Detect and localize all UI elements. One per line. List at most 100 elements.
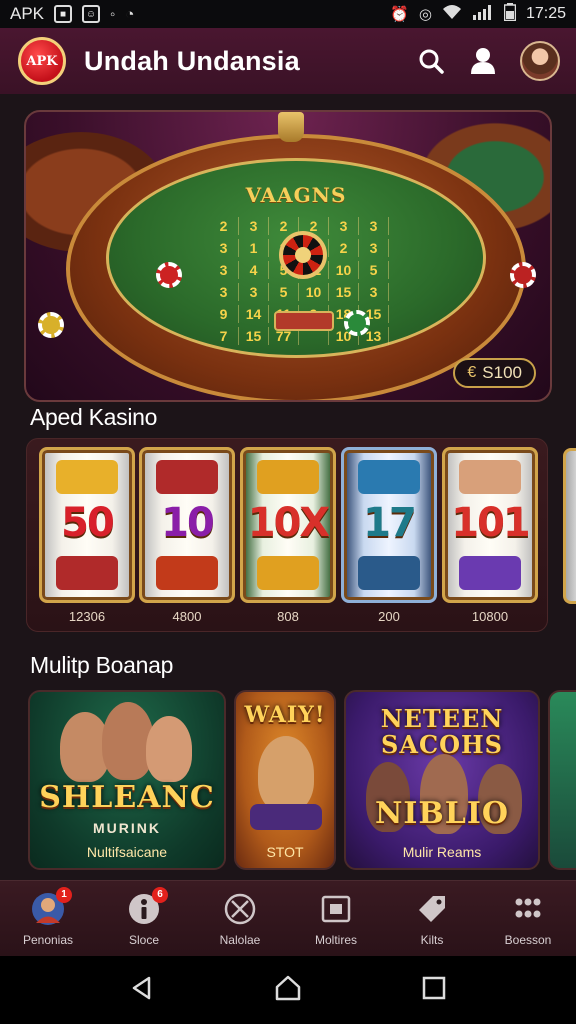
hero-banner[interactable]: VAAGNS 232233312223345121053351015391411… — [24, 110, 552, 402]
nav-label: Sloce — [128, 932, 160, 947]
slot-machine-card[interactable]: 50 — [39, 447, 135, 603]
signal-icon — [472, 4, 494, 25]
reel-symbol-icon — [358, 556, 420, 590]
battery-icon — [503, 2, 517, 26]
alarm-icon: ⏰ — [390, 6, 409, 23]
avatar[interactable] — [520, 41, 560, 81]
notification-badge: 1 — [56, 886, 72, 903]
character-figure — [146, 716, 192, 782]
game-footer: STOT — [266, 844, 304, 860]
slot-number: 10X — [247, 500, 331, 546]
wifi-icon — [442, 4, 462, 25]
game-card-peek[interactable] — [548, 690, 576, 870]
game-card[interactable]: SHLEANC MURINK Nultifsaicane — [28, 690, 226, 870]
slot-machine-card[interactable]: 10X — [240, 447, 336, 603]
chip-icon — [156, 262, 182, 288]
felt-number: 3 — [359, 283, 389, 301]
app-logo[interactable]: APK — [18, 37, 66, 85]
felt-number: 1 — [239, 239, 269, 257]
slot-caption: 200 — [378, 609, 400, 624]
notification-badge: 6 — [152, 886, 168, 903]
felt-number: 3 — [329, 217, 359, 235]
reel-symbol-icon — [358, 460, 420, 494]
info-icon: 6 — [126, 886, 168, 927]
game-subtitle: NIBLIO — [374, 796, 510, 831]
chip-icon — [344, 310, 370, 336]
felt-number: 3 — [209, 239, 239, 257]
chip-icon — [510, 262, 536, 288]
table-plaque — [274, 311, 334, 331]
section-title-games: Mulitp Boanap — [30, 652, 174, 678]
felt-number: 10 — [329, 261, 359, 279]
recents-icon[interactable] — [422, 976, 446, 1005]
price-badge[interactable]: € S100 — [453, 358, 536, 388]
felt-number: 7 — [209, 327, 239, 345]
felt-number: 3 — [239, 283, 269, 301]
felt-number: 2 — [329, 239, 359, 257]
clock-time: 17:25 — [525, 5, 566, 22]
game-title: WAIY! — [244, 702, 326, 728]
slot-machine-card[interactable]: 10 — [139, 447, 235, 603]
notification-icon: ■ — [54, 5, 73, 23]
game-footer: Mulir Reams — [402, 844, 482, 860]
slot-caption: 12306 — [68, 609, 106, 624]
felt-number: 9 — [209, 305, 239, 323]
tag-icon — [414, 891, 450, 927]
nav-label: Nalolae — [219, 932, 261, 947]
crossed-circle-icon — [222, 891, 258, 927]
nav-item-tag[interactable]: Kilts — [384, 881, 480, 956]
table-felt: VAAGNS 232233312223345121053351015391411… — [106, 158, 486, 358]
section-title-slots: Aped Kasino — [30, 404, 158, 430]
nav-item-grid[interactable]: Boesson — [480, 881, 576, 956]
search-icon[interactable] — [416, 46, 446, 76]
system-nav — [0, 956, 576, 1024]
user-icon[interactable] — [468, 46, 498, 76]
nav-label: Moltires — [314, 932, 357, 947]
console-figure — [250, 804, 322, 830]
reel-symbol-icon — [56, 556, 118, 590]
app-title: Undah Undansia — [84, 45, 300, 76]
slot-machine-card[interactable]: 17 — [341, 447, 437, 603]
reel-symbol-icon — [459, 556, 521, 590]
location-icon: ◦ — [110, 5, 116, 23]
reel-symbol-icon — [257, 556, 319, 590]
nav-label: Penonias — [22, 932, 74, 947]
status-bar: APK ■ ☺ ◦ ◔ ⏰ ◎ 17:25 — [0, 0, 576, 28]
home-icon[interactable] — [274, 975, 302, 1006]
nav-item-info[interactable]: 6 Sloce — [96, 881, 192, 956]
felt-number: 2 — [209, 217, 239, 235]
slot-caption: 808 — [277, 609, 299, 624]
game-title: NETEEN SACOHS — [380, 704, 504, 759]
felt-number: 15 — [329, 283, 359, 301]
chip-icon — [38, 312, 64, 338]
slot-caption: 4800 — [172, 609, 202, 624]
felt-number: 3 — [359, 217, 389, 235]
felt-number: 5 — [359, 261, 389, 279]
back-icon[interactable] — [130, 976, 154, 1005]
game-card[interactable]: NETEEN SACOHS NIBLIO Mulir Reams — [344, 690, 540, 870]
slot-card-peek[interactable] — [563, 448, 576, 604]
felt-number: 14 — [239, 305, 269, 323]
slot-number: 101 — [451, 500, 531, 546]
felt-number: 15 — [239, 327, 269, 345]
felt-number: 4 — [239, 261, 269, 279]
game-title: SHLEANC — [39, 780, 215, 815]
profile-icon: 1 — [30, 886, 72, 927]
sync-icon: ◔ — [125, 5, 135, 23]
slot-number: 10 — [161, 500, 215, 546]
felt-number: 3 — [239, 217, 269, 235]
felt-number: 3 — [209, 261, 239, 279]
game-card[interactable]: WAIY! STOT — [234, 690, 336, 870]
slot-machine-card[interactable]: 101 — [442, 447, 538, 603]
reel-symbol-icon — [459, 460, 521, 494]
reel-symbol-icon — [156, 460, 218, 494]
nav-item-frame[interactable]: Moltires — [288, 881, 384, 956]
game-footer: Nultifsaicane — [86, 844, 168, 860]
vibrate-icon: ◎ — [418, 6, 432, 23]
nav-item-crossed-circle[interactable]: Nalolae — [192, 881, 288, 956]
bottom-nav: 1 Penonias 6 Sloce Nalolae Moltires Kilts Boess… — [0, 880, 576, 956]
nav-item-profile[interactable]: 1 Penonias — [0, 881, 96, 956]
grid-icon — [510, 891, 546, 927]
slot-number: 17 — [363, 500, 417, 546]
felt-number: 10 — [299, 283, 329, 301]
